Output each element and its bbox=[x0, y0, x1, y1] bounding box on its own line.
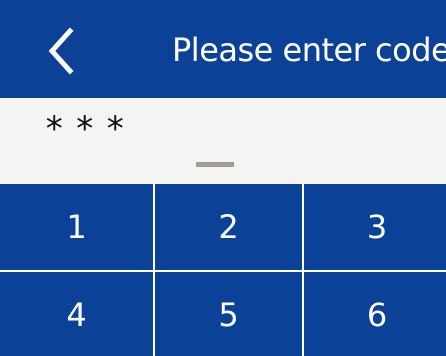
keypad-key-5[interactable]: 5 bbox=[155, 272, 302, 356]
chevron-left-icon bbox=[48, 27, 74, 75]
keypad-key-1[interactable]: 1 bbox=[0, 184, 153, 270]
header-bar: Please enter code bbox=[0, 0, 446, 98]
keypad-key-3[interactable]: 3 bbox=[304, 184, 446, 270]
masked-code-value: *** bbox=[44, 109, 136, 149]
back-button[interactable] bbox=[40, 26, 86, 76]
code-entry-screen: Please enter code *** 1 2 3 4 5 6 bbox=[0, 0, 446, 356]
keypad-key-6[interactable]: 6 bbox=[304, 272, 446, 356]
code-display: *** bbox=[0, 98, 446, 184]
input-cursor bbox=[196, 162, 234, 167]
numeric-keypad: 1 2 3 4 5 6 bbox=[0, 184, 446, 356]
keypad-key-2[interactable]: 2 bbox=[155, 184, 302, 270]
page-title: Please enter code bbox=[172, 31, 446, 69]
keypad-key-4[interactable]: 4 bbox=[0, 272, 153, 356]
